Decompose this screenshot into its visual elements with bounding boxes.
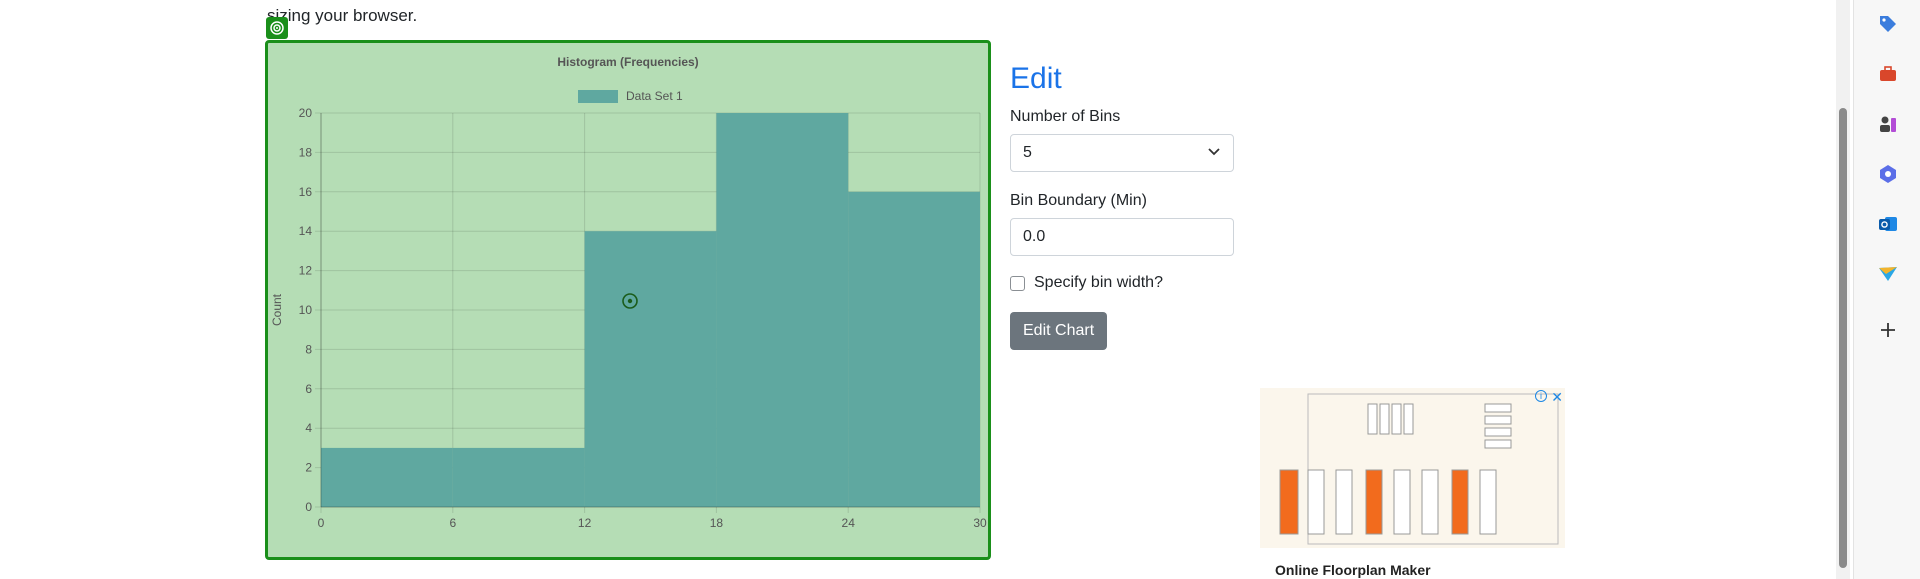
min-input[interactable]	[1010, 218, 1234, 256]
min-label: Bin Boundary (Min)	[1010, 192, 1147, 209]
tag-icon[interactable]	[1876, 12, 1900, 36]
ad-banner[interactable]: i ✕ Online Floorplan Maker	[1260, 388, 1565, 579]
plus-icon[interactable]	[1876, 318, 1900, 342]
y-axis-title: Count	[270, 293, 284, 326]
chevron-down-icon	[1207, 144, 1221, 163]
x-tick-label: 12	[578, 516, 592, 530]
y-tick-label: 10	[299, 303, 313, 317]
x-tick-label: 0	[318, 516, 325, 530]
outlook-icon[interactable]	[1876, 212, 1900, 236]
y-tick-label: 20	[299, 106, 313, 120]
y-tick-label: 2	[305, 461, 312, 475]
x-tick-label: 24	[842, 516, 856, 530]
histogram-bar	[584, 231, 717, 507]
plot-area: 024681012141618200 6 12 18 24 30Count	[270, 106, 987, 530]
histogram-chart: Histogram (Frequencies) Data Set 1 02468…	[265, 40, 991, 560]
bin-width-row[interactable]: Specify bin width?	[1010, 274, 1250, 292]
y-tick-label: 12	[299, 264, 313, 278]
y-tick-label: 6	[305, 382, 312, 396]
chess-icon[interactable]	[1876, 112, 1900, 136]
send-icon[interactable]	[1876, 262, 1900, 286]
bin-width-checkbox[interactable]	[1010, 275, 1025, 291]
browser-sidebar	[1853, 0, 1920, 579]
histogram-bar	[321, 447, 453, 507]
histogram-bar	[716, 113, 849, 507]
target-icon[interactable]	[266, 17, 288, 39]
copilot-icon[interactable]	[1876, 162, 1900, 186]
x-tick-label: 6	[449, 516, 456, 530]
ad-close-icon[interactable]: ✕	[1551, 389, 1563, 406]
edit-title: Edit	[1010, 62, 1062, 95]
toolbox-icon[interactable]	[1876, 62, 1900, 86]
edit-chart-button[interactable]: Edit Chart	[1010, 312, 1108, 350]
bin-width-label[interactable]: Specify bin width?	[1034, 274, 1163, 292]
y-tick-label: 0	[305, 500, 312, 514]
intro-text: sizing your browser.	[267, 6, 418, 25]
histogram-bar	[848, 191, 980, 508]
y-tick-label: 4	[305, 421, 312, 435]
histogram-bar	[452, 447, 585, 507]
ad-info-icon[interactable]: i	[1535, 390, 1547, 402]
y-tick-label: 18	[299, 145, 313, 159]
x-tick-label: 18	[710, 516, 724, 530]
bins-select-value: 5	[1023, 144, 1032, 161]
bins-label: Number of Bins	[1010, 108, 1121, 125]
y-tick-label: 8	[305, 342, 312, 356]
ad-floorplan-image[interactable]	[1260, 388, 1565, 548]
ad-title[interactable]: Online Floorplan Maker	[1275, 562, 1431, 578]
scrollbar-thumb[interactable]	[1839, 108, 1847, 568]
edit-panel: Edit Number of Bins 5 Bin Boundary (Min)…	[1010, 62, 1250, 350]
x-tick-label: 30	[973, 516, 987, 530]
y-tick-label: 16	[299, 185, 313, 199]
bins-select[interactable]: 5	[1010, 134, 1234, 172]
y-tick-label: 14	[299, 224, 313, 238]
